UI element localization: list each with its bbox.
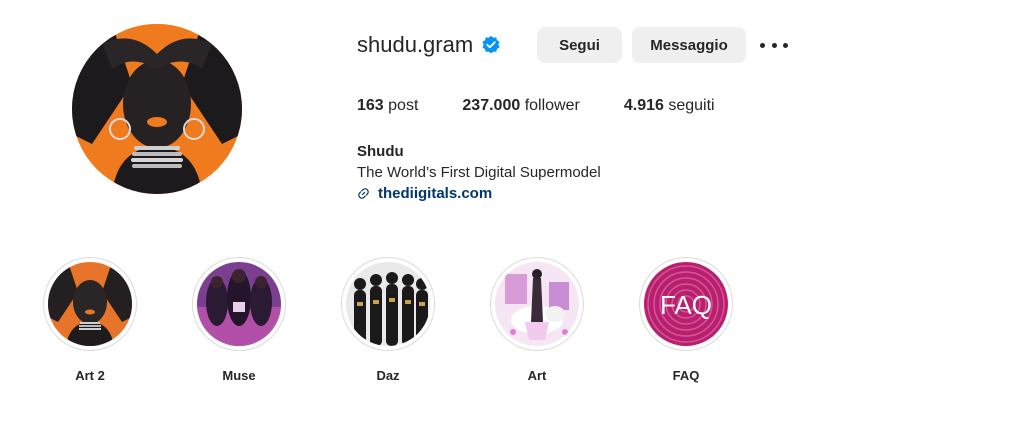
follow-button[interactable]: Segui: [537, 27, 622, 63]
username: shudu.gram: [357, 32, 474, 57]
highlight-cover: [495, 262, 579, 346]
highlight-ring: [192, 257, 286, 351]
followers-count: 237.000: [462, 97, 521, 114]
posts-label: post: [388, 97, 419, 114]
following-stat[interactable]: 4.916 seguiti: [624, 97, 715, 115]
display-name: Shudu: [357, 143, 404, 160]
username-row: shudu.gram: [357, 27, 501, 63]
highlight-ring: FAQ: [639, 257, 733, 351]
highlight-ring: [341, 257, 435, 351]
highlight-cover: [346, 262, 430, 346]
bio-link[interactable]: thediigitals.com: [357, 183, 601, 204]
highlight-daz[interactable]: Daz: [340, 257, 436, 383]
highlight-cover: [48, 262, 132, 346]
faq-cover-text: FAQ: [660, 290, 712, 320]
highlight-faq[interactable]: FAQ FAQ: [638, 257, 734, 383]
highlight-muse[interactable]: Muse: [191, 257, 287, 383]
dot: [760, 42, 765, 48]
highlight-ring: [490, 257, 584, 351]
more-options-icon[interactable]: [760, 33, 788, 57]
highlight-cover: FAQ: [644, 262, 728, 346]
profile-stats: 163 post 237.000 follower 4.916 seguiti: [357, 97, 759, 115]
bio-link-text: thediigitals.com: [378, 185, 493, 202]
followers-label: follower: [524, 97, 580, 114]
highlight-art-2[interactable]: Art 2: [42, 257, 138, 383]
bio-text: The World’s First Digital Supermodel: [357, 164, 601, 181]
dot: [783, 42, 788, 48]
highlight-label: Art 2: [75, 368, 105, 383]
verified-badge-icon: [481, 35, 501, 55]
highlight-label: FAQ: [672, 368, 700, 383]
posts-count: 163: [357, 97, 384, 114]
link-icon: [358, 188, 369, 199]
posts-stat: 163 post: [357, 97, 418, 115]
highlight-art[interactable]: Art: [489, 257, 585, 383]
message-button[interactable]: Messaggio: [632, 27, 746, 63]
profile-avatar[interactable]: [72, 24, 242, 194]
highlight-label: Muse: [222, 368, 256, 383]
following-count: 4.916: [623, 97, 664, 114]
highlight-label: Art: [527, 368, 547, 383]
dot: [771, 42, 777, 48]
followers-stat[interactable]: 237.000 follower: [462, 97, 579, 115]
highlight-ring: [43, 257, 137, 351]
highlight-label: Daz: [376, 368, 400, 383]
profile-bio: Shudu The World’s First Digital Supermod…: [357, 141, 601, 204]
highlight-cover: [197, 262, 281, 346]
following-label: seguiti: [668, 97, 715, 114]
